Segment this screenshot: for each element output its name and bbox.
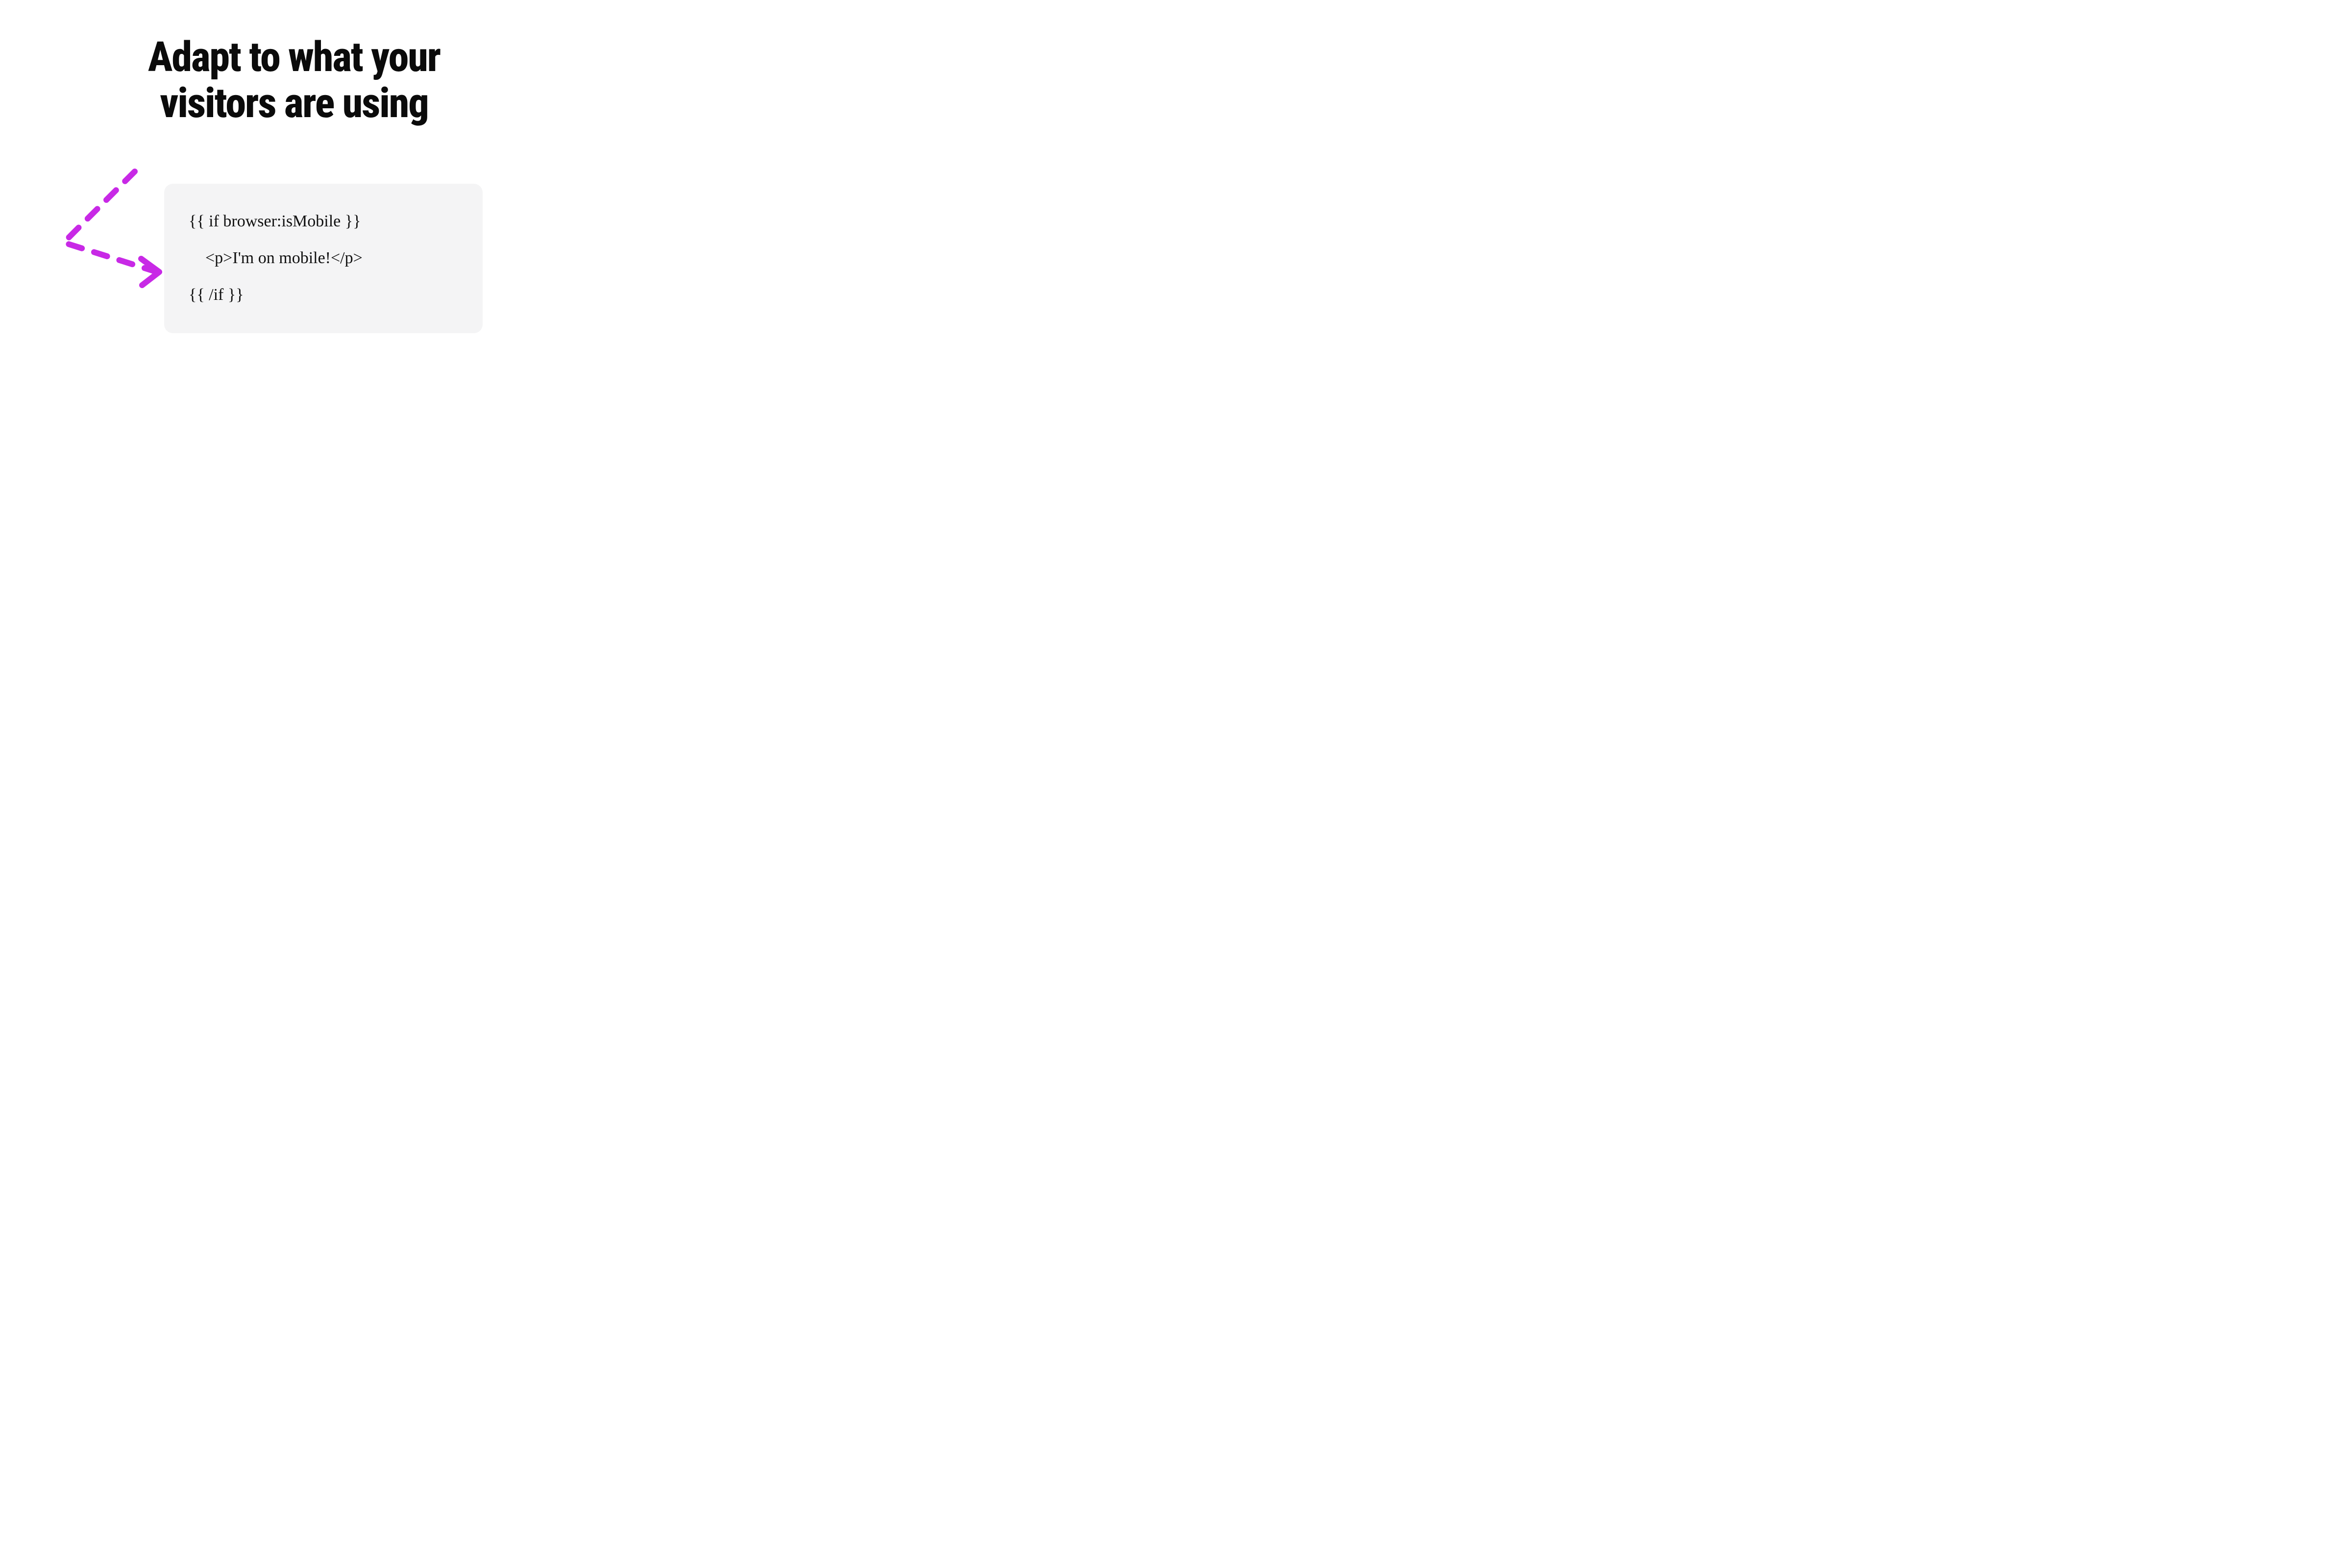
code-line-2: <p>I'm on mobile!</p>: [189, 249, 363, 267]
slide-heading: Adapt to what yourvisitors are using: [0, 34, 588, 126]
slide-stage: Adapt to what yourvisitors are using {{ …: [0, 0, 588, 392]
arrow-icon: [49, 167, 176, 294]
code-snippet: {{ if browser:isMobile }} <p>I'm on mobi…: [189, 203, 463, 313]
code-snippet-card: {{ if browser:isMobile }} <p>I'm on mobi…: [164, 184, 483, 333]
code-line-3: {{ /if }}: [189, 286, 244, 304]
code-line-1: {{ if browser:isMobile }}: [189, 212, 361, 230]
